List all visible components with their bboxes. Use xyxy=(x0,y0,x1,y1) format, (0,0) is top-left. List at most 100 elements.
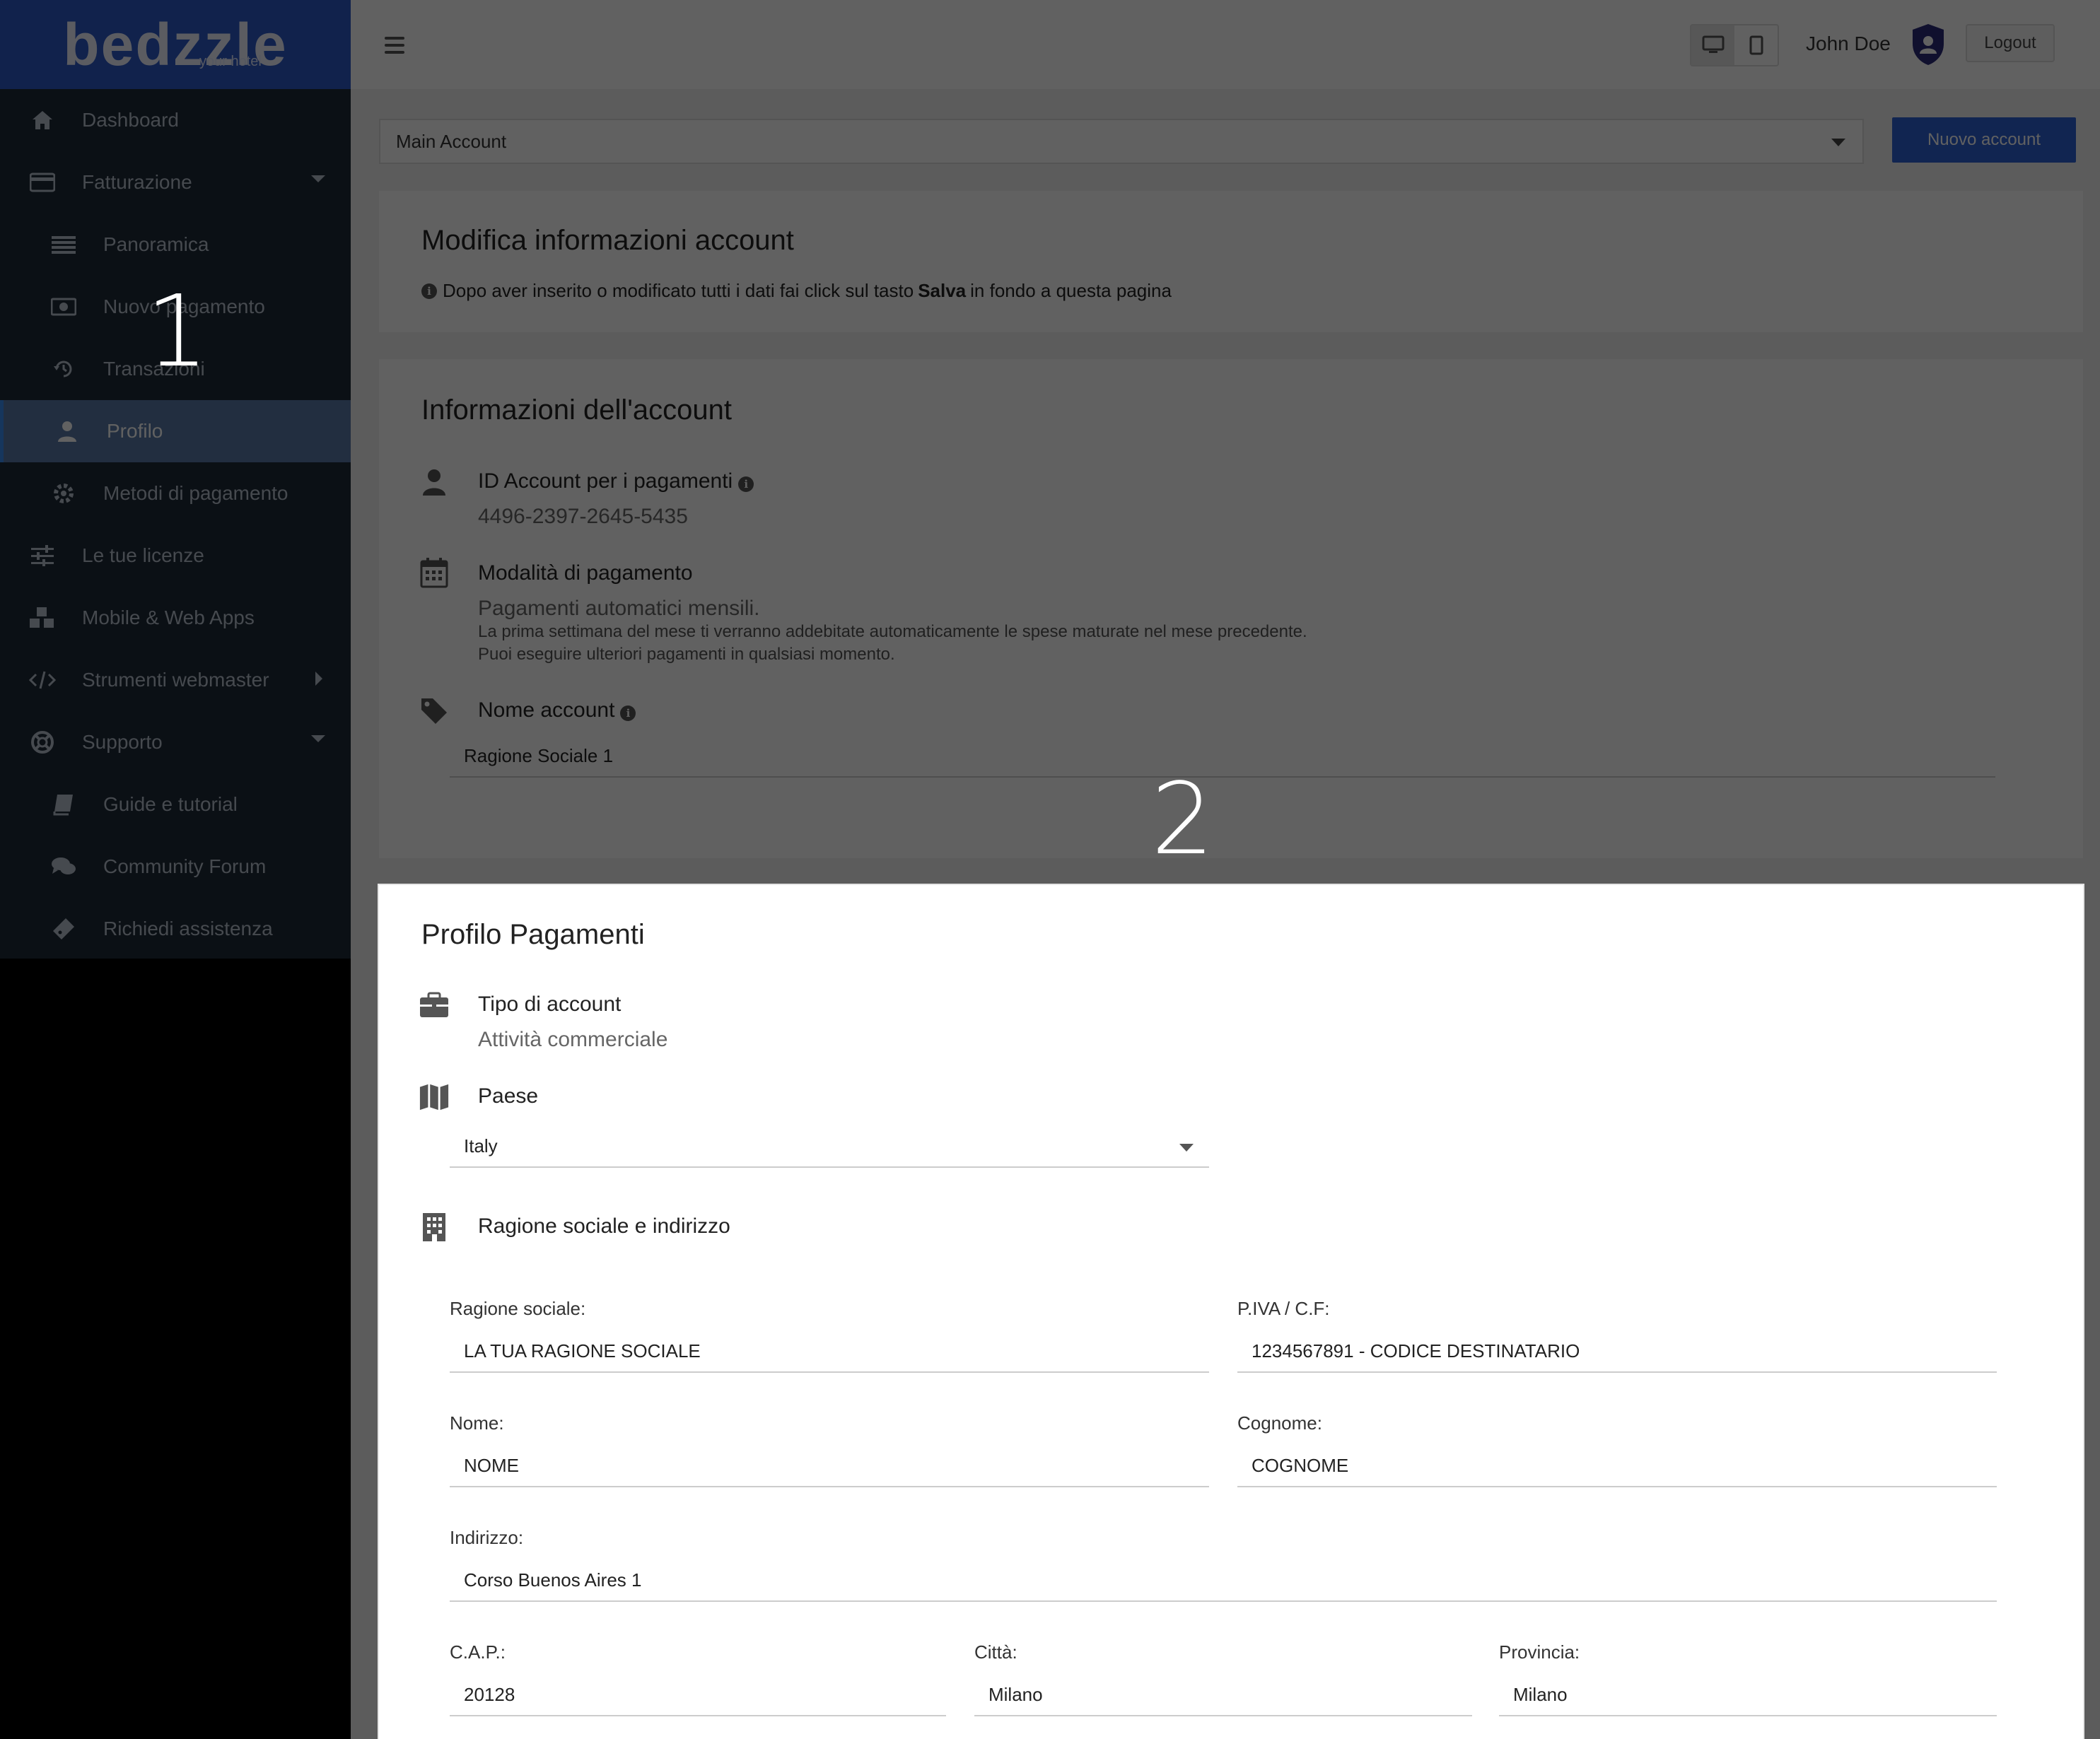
sidebar-item-guide-e-tutorial[interactable]: Guide e tutorial xyxy=(0,773,351,836)
book-icon xyxy=(49,790,78,819)
sidebar-item-label: Le tue licenze xyxy=(82,544,204,566)
piva-input[interactable]: 1234567891 - CODICE DESTINATARIO xyxy=(1237,1330,1997,1373)
cubes-icon xyxy=(28,604,57,632)
payment-profile-card: Profilo Pagamenti Tipo di account Attivi… xyxy=(379,885,2083,1739)
brand-logo[interactable]: bedzzle your hotel xyxy=(0,0,351,89)
gear-icon xyxy=(49,479,78,508)
sidebar-item-profilo[interactable]: Profilo xyxy=(0,400,351,462)
sidebar-item-label: Richiedi assistenza xyxy=(103,918,273,939)
account-select-value: Main Account xyxy=(396,130,507,152)
country-select[interactable]: Italy xyxy=(450,1125,1209,1168)
sidebar-item-dashboard[interactable]: Dashboard xyxy=(0,89,351,151)
info-text-before: Dopo aver inserito o modificato tutti i … xyxy=(443,280,914,301)
account-name-input[interactable]: Ragione Sociale 1 xyxy=(450,735,1995,778)
piva-label: P.IVA / C.F: xyxy=(1237,1298,1330,1319)
nome-input[interactable]: NOME xyxy=(450,1445,1209,1487)
sidebar-item-metodi-di-pagamento[interactable]: Metodi di pagamento xyxy=(0,462,351,525)
payment-mode-value: Pagamenti automatici mensili. xyxy=(478,597,760,620)
code-icon xyxy=(28,666,57,694)
indirizzo-label: Indirizzo: xyxy=(450,1527,524,1548)
indirizzo-input[interactable]: Corso Buenos Aires 1 xyxy=(450,1559,1997,1602)
chevron-down-icon xyxy=(1179,1144,1194,1152)
ragione-sociale-input[interactable]: LA TUA RAGIONE SOCIALE xyxy=(450,1330,1209,1373)
sidebar-footer-area xyxy=(0,959,351,1739)
account-info-card: Informazioni dell'account ID Account per… xyxy=(379,359,2083,858)
cognome-label: Cognome: xyxy=(1237,1412,1322,1434)
calendar-icon xyxy=(419,557,450,588)
sidebar-nav: Dashboard Fatturazione Panoramica Nuovo … xyxy=(0,89,351,959)
info-icon[interactable]: i xyxy=(620,705,636,721)
cognome-input[interactable]: COGNOME xyxy=(1237,1445,1997,1487)
sidebar-item-label: Profilo xyxy=(107,420,163,442)
account-info-title: Informazioni dell'account xyxy=(421,394,732,426)
sidebar-item-supporto[interactable]: Supporto xyxy=(0,711,351,773)
sliders-icon xyxy=(28,541,57,570)
edit-card-info: i Dopo aver inserito o modificato tutti … xyxy=(421,280,1172,302)
account-name-label: Nome account i xyxy=(478,698,636,722)
hamburger-menu-icon[interactable] xyxy=(385,37,404,54)
provincia-input[interactable]: Milano xyxy=(1499,1674,1997,1716)
ticket-icon xyxy=(49,915,78,943)
desktop-icon[interactable] xyxy=(1691,25,1734,65)
sidebar-item-strumenti-webmaster[interactable]: Strumenti webmaster xyxy=(0,649,351,711)
account-id-label: ID Account per i pagamenti i xyxy=(478,469,754,493)
account-type-label: Tipo di account xyxy=(478,993,622,1016)
list-icon xyxy=(49,230,78,259)
building-icon xyxy=(419,1212,450,1243)
citta-input[interactable]: Milano xyxy=(974,1674,1472,1716)
tag-icon xyxy=(419,696,450,727)
sidebar-item-label: Metodi di pagamento xyxy=(103,482,288,504)
payment-mode-note-2: Puoi eseguire ulteriori pagamenti in qua… xyxy=(478,645,895,664)
payment-mode-label: Modalità di pagamento xyxy=(478,561,693,585)
sidebar-item-label: Community Forum xyxy=(103,855,267,877)
account-id-value: 4496-2397-2645-5435 xyxy=(478,505,688,528)
provincia-label: Provincia: xyxy=(1499,1641,1580,1663)
logo-tagline: your hotel xyxy=(199,54,262,69)
account-select[interactable]: Main Account xyxy=(379,119,1864,164)
sidebar-item-label: Supporto xyxy=(82,731,163,753)
account-type-value: Attività commerciale xyxy=(478,1028,668,1051)
device-toggle xyxy=(1690,24,1779,66)
chevron-right-icon xyxy=(315,672,322,686)
info-icon: i xyxy=(421,283,437,299)
sidebar-item-panoramica[interactable]: Panoramica xyxy=(0,213,351,276)
logout-button[interactable]: Logout xyxy=(1966,24,2055,62)
sidebar-item-label: Dashboard xyxy=(82,109,179,131)
user-icon xyxy=(419,467,450,498)
payment-mode-note-1: La prima settimana del mese ti verranno … xyxy=(478,622,1307,641)
company-section-label: Ragione sociale e indirizzo xyxy=(478,1214,730,1238)
chevron-down-icon xyxy=(311,175,325,182)
sidebar-item-fatturazione[interactable]: Fatturazione xyxy=(0,151,351,213)
user-name[interactable]: John Doe xyxy=(1806,33,1891,55)
info-text-after: in fondo a questa pagina xyxy=(970,280,1172,301)
lifebuoy-icon xyxy=(28,728,57,756)
citta-label: Città: xyxy=(974,1641,1017,1663)
edit-card-title: Modifica informazioni account xyxy=(421,225,794,256)
country-label: Paese xyxy=(478,1084,539,1108)
sidebar-item-label: Strumenti webmaster xyxy=(82,669,269,691)
comments-icon xyxy=(49,853,78,881)
home-icon xyxy=(28,106,57,134)
sidebar-item-mobile-web-apps[interactable]: Mobile & Web Apps xyxy=(0,587,351,649)
edit-account-card: Modifica informazioni account i Dopo ave… xyxy=(379,191,2083,332)
step-number-1: 1 xyxy=(146,274,209,390)
sidebar-item-le-tue-licenze[interactable]: Le tue licenze xyxy=(0,525,351,587)
sidebar-item-richiedi-assistenza[interactable]: Richiedi assistenza xyxy=(0,898,351,960)
map-icon xyxy=(419,1082,450,1113)
new-account-button[interactable]: Nuovo account xyxy=(1892,117,2076,163)
sidebar-item-community-forum[interactable]: Community Forum xyxy=(0,836,351,898)
sidebar-item-label: Fatturazione xyxy=(82,171,192,193)
credit-card-icon xyxy=(28,168,57,197)
sidebar: bedzzle your hotel Dashboard Fatturazion… xyxy=(0,0,351,1739)
sidebar-item-label: Panoramica xyxy=(103,233,209,255)
cap-label: C.A.P.: xyxy=(450,1641,506,1663)
user-icon xyxy=(53,417,81,445)
info-icon[interactable]: i xyxy=(738,476,754,492)
tablet-icon[interactable] xyxy=(1734,25,1778,65)
user-shield-icon[interactable] xyxy=(1911,23,1946,66)
chevron-down-icon xyxy=(311,735,325,742)
sidebar-item-label: Guide e tutorial xyxy=(103,793,238,815)
cap-input[interactable]: 20128 xyxy=(450,1674,946,1716)
country-select-value: Italy xyxy=(464,1135,498,1157)
step-number-2: 2 xyxy=(1151,762,1215,877)
